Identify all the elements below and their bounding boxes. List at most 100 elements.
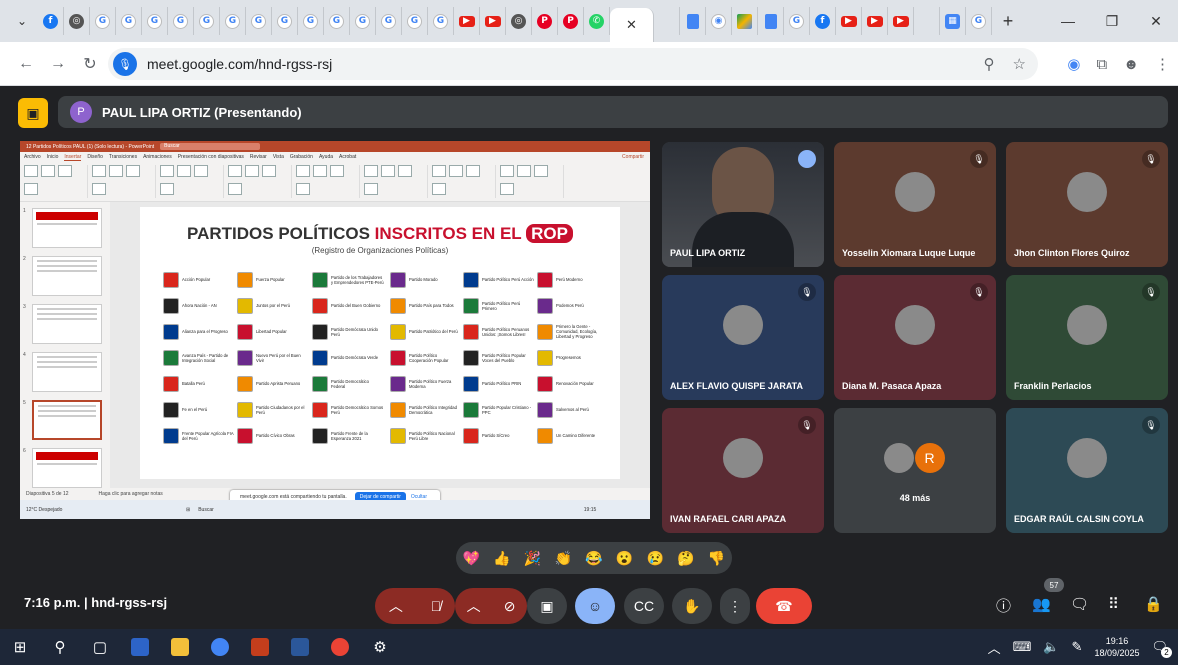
extensions-puzzle-icon[interactable]: ⧉ [1096, 56, 1107, 73]
slide-thumbnail[interactable] [32, 448, 102, 488]
notes-placeholder[interactable]: Haga clic para agregar notas [99, 491, 163, 497]
reaction-emoji-button[interactable]: 👎 [708, 550, 725, 567]
browser-tab-google[interactable]: G [142, 7, 168, 35]
powerpoint-menu-item[interactable]: Transiciones [109, 154, 137, 160]
browser-tab-google[interactable]: G [428, 7, 454, 35]
presentation-icon[interactable]: ▣ [18, 98, 48, 128]
participant-tile[interactable]: 🎙 Yosselin Xiomara Luque Luque [834, 142, 996, 267]
network-icon[interactable]: ⌨ [1013, 639, 1032, 655]
mic-off-icon[interactable]: 🎙̸ [431, 598, 442, 614]
zoom-icon[interactable]: ⚲ [984, 55, 995, 73]
reaction-emoji-button[interactable]: 💖 [463, 550, 480, 567]
participant-tile[interactable]: 🎙 Franklin Perlacios [1006, 275, 1168, 400]
search-icon[interactable]: ⚲ [40, 638, 80, 656]
browser-tab-google[interactable]: G [194, 7, 220, 35]
host-controls-icon[interactable]: 🔒 [1144, 595, 1163, 613]
slide-thumbnail[interactable] [32, 304, 102, 344]
browser-tab-google[interactable]: G [376, 7, 402, 35]
word-taskbar-icon[interactable] [280, 638, 320, 656]
tab-search-icon[interactable]: ⌄ [10, 9, 34, 33]
new-tab-button[interactable]: + [996, 11, 1020, 32]
browser-tab-pinterest[interactable]: P [532, 7, 558, 35]
extension-icon[interactable]: ◉ [1067, 55, 1080, 73]
omnibox[interactable]: 🎙 meet.google.com/hnd-rgss-rsj ⚲ ☆ [108, 48, 1038, 80]
browser-tab-youtube[interactable]: ▶ [454, 7, 480, 35]
forward-icon[interactable]: → [42, 55, 74, 73]
browser-tab-meet[interactable]: ▶ [0, 7, 1178, 629]
back-icon[interactable]: ← [10, 55, 42, 73]
system-clock[interactable]: 19:16 18/09/2025 [1094, 635, 1139, 659]
browser-tab-whatsapp[interactable]: ✆ [584, 7, 610, 35]
browser-tab-chrome[interactable]: ◉ [706, 7, 732, 35]
participant-tile[interactable]: 🎙 Jhon Clinton Flores Quiroz [1006, 142, 1168, 267]
chrome-taskbar-icon[interactable] [200, 638, 240, 656]
slide-thumbnail[interactable] [32, 352, 102, 392]
browser-tab-youtube[interactable]: ▶ [862, 7, 888, 35]
browser-tab-google[interactable]: G [298, 7, 324, 35]
powerpoint-share-button[interactable]: Compartir [622, 154, 644, 160]
reaction-emoji-button[interactable]: 😢 [647, 550, 664, 567]
reload-icon[interactable]: ↻ [74, 54, 106, 74]
powerpoint-menu-item[interactable]: Animaciones [143, 154, 172, 160]
site-info-icon[interactable]: 🎙 [113, 52, 137, 76]
browser-tab-youtube[interactable]: ▶ [836, 7, 862, 35]
notifications-icon[interactable]: 🗨 2 [1151, 639, 1172, 658]
browser-tab-openai[interactable]: ◎ [506, 7, 532, 35]
participant-tile[interactable]: R 48 más [834, 408, 996, 533]
leave-call-button[interactable]: ☎ [756, 588, 812, 624]
browser-tab-google[interactable]: G [784, 7, 810, 35]
present-button[interactable]: ▣ [527, 588, 567, 624]
more-options-icon[interactable]: ⋮ [720, 588, 750, 624]
powerpoint-menu-item[interactable]: Acrobat [339, 154, 356, 160]
browser-tab-google[interactable]: G [116, 7, 142, 35]
browser-tab-youtube[interactable]: ▶ [480, 7, 506, 35]
browser-tab-calendar[interactable]: ▦ [940, 7, 966, 35]
slide-thumbnail[interactable] [32, 208, 102, 248]
browser-tab-facebook[interactable]: f [810, 7, 836, 35]
browser-tab-facebook[interactable]: f [38, 7, 64, 35]
activities-icon[interactable]: ⠿ [1108, 595, 1119, 613]
browser-tab-google[interactable]: G [324, 7, 350, 35]
profile-avatar-icon[interactable]: ☻ [1123, 56, 1139, 73]
browser-tab-docs[interactable] [680, 7, 706, 35]
browser-tab-google[interactable]: G [966, 7, 992, 35]
close-tab-icon[interactable]: ✕ [626, 17, 637, 33]
powerpoint-taskbar-icon[interactable] [240, 638, 280, 656]
browser-tab-drive[interactable] [732, 7, 758, 35]
slide-thumbnail[interactable] [32, 256, 102, 296]
pen-icon[interactable]: ✎ [1072, 639, 1083, 655]
powerpoint-menu-item[interactable]: Presentación con diapositivas [178, 154, 244, 160]
powerpoint-menu-item[interactable]: Revisar [250, 154, 267, 160]
slide-thumbnail-selected[interactable] [32, 400, 102, 440]
reaction-emoji-button[interactable]: 🎉 [524, 550, 541, 567]
browser-tab-youtube[interactable]: ▶ [888, 7, 914, 35]
close-window-icon[interactable]: ✕ [1134, 0, 1178, 42]
restore-icon[interactable]: ❐ [1090, 0, 1134, 42]
browser-tab-google[interactable]: G [90, 7, 116, 35]
url-text[interactable]: meet.google.com/hnd-rgss-rsj [147, 56, 332, 72]
video-options-chevron-icon[interactable]: ︿ [467, 596, 481, 616]
powerpoint-menu-item[interactable]: Archivo [24, 154, 41, 160]
browser-tab-google[interactable]: G [168, 7, 194, 35]
minimize-icon[interactable]: — [1046, 0, 1090, 42]
powerpoint-menu-item[interactable]: Diseño [87, 154, 103, 160]
powerpoint-menu-item[interactable]: Ayuda [319, 154, 333, 160]
participant-tile[interactable]: 🎙 Diana M. Pasaca Apaza [834, 275, 996, 400]
reaction-emoji-button[interactable]: 😂 [585, 550, 602, 567]
browser-tab-google[interactable]: G [246, 7, 272, 35]
browser-tab-pinterest[interactable]: P [558, 7, 584, 35]
browser-tab-docs[interactable] [758, 7, 784, 35]
powerpoint-menu-item[interactable]: Insertar [64, 154, 82, 161]
browser-tab-openai[interactable]: ◎ [64, 7, 90, 35]
raise-hand-button[interactable]: ✋ [672, 588, 712, 624]
powerpoint-menu-item[interactable]: Vista [273, 154, 284, 160]
tab-google-meet-active[interactable]: ✕ [610, 8, 654, 42]
powerpoint-menu-item[interactable]: Grabación [290, 154, 313, 160]
participant-tile[interactable]: 🎙 ALEX FLAVIO QUISPE JARATA [662, 275, 824, 400]
file-explorer-icon[interactable] [160, 638, 200, 656]
emoji-button[interactable]: ☺ [575, 588, 615, 624]
tray-expand-icon[interactable]: ︿ [988, 638, 1001, 657]
participant-tile[interactable]: 🎙 EDGAR RAÚL CALSIN COYLA [1006, 408, 1168, 533]
browser-tab-google[interactable]: G [220, 7, 246, 35]
settings-icon[interactable]: ⚙ [360, 638, 400, 656]
